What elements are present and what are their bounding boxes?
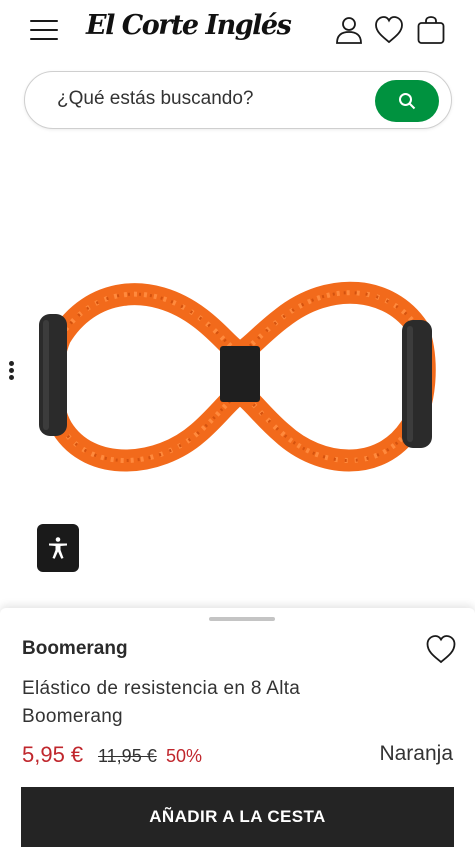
product-image[interactable] — [30, 268, 450, 488]
user-icon[interactable] — [333, 14, 365, 46]
more-options-icon[interactable] — [9, 361, 15, 381]
heart-icon[interactable] — [373, 14, 405, 46]
brand-logo[interactable]: El Corte Inglés — [86, 10, 292, 41]
product-name: Elástico de resistencia en 8 Alta Boomer… — [22, 678, 301, 727]
search-bar — [24, 71, 452, 129]
search-button[interactable] — [375, 80, 439, 122]
discount-percent: 50% — [166, 746, 203, 766]
search-icon — [399, 93, 416, 110]
menu-icon[interactable] — [30, 19, 58, 41]
accessibility-button[interactable] — [37, 524, 79, 572]
header: El Corte Inglés — [0, 0, 475, 64]
search-input[interactable] — [57, 88, 357, 110]
current-price: 5,95 € — [22, 742, 84, 767]
add-to-cart-button[interactable]: AÑADIR A LA CESTA — [21, 787, 454, 847]
product-brand[interactable]: Boomerang — [22, 638, 128, 660]
accessibility-icon — [49, 537, 67, 559]
product-info-sheet: Boomerang Elástico de resistencia en 8 A… — [0, 608, 475, 862]
bag-icon[interactable] — [415, 14, 447, 46]
wishlist-heart-icon[interactable] — [424, 632, 458, 666]
sheet-drag-handle[interactable] — [209, 617, 275, 621]
original-price: 11,95 € — [98, 746, 157, 766]
product-color: Naranja — [379, 742, 453, 765]
